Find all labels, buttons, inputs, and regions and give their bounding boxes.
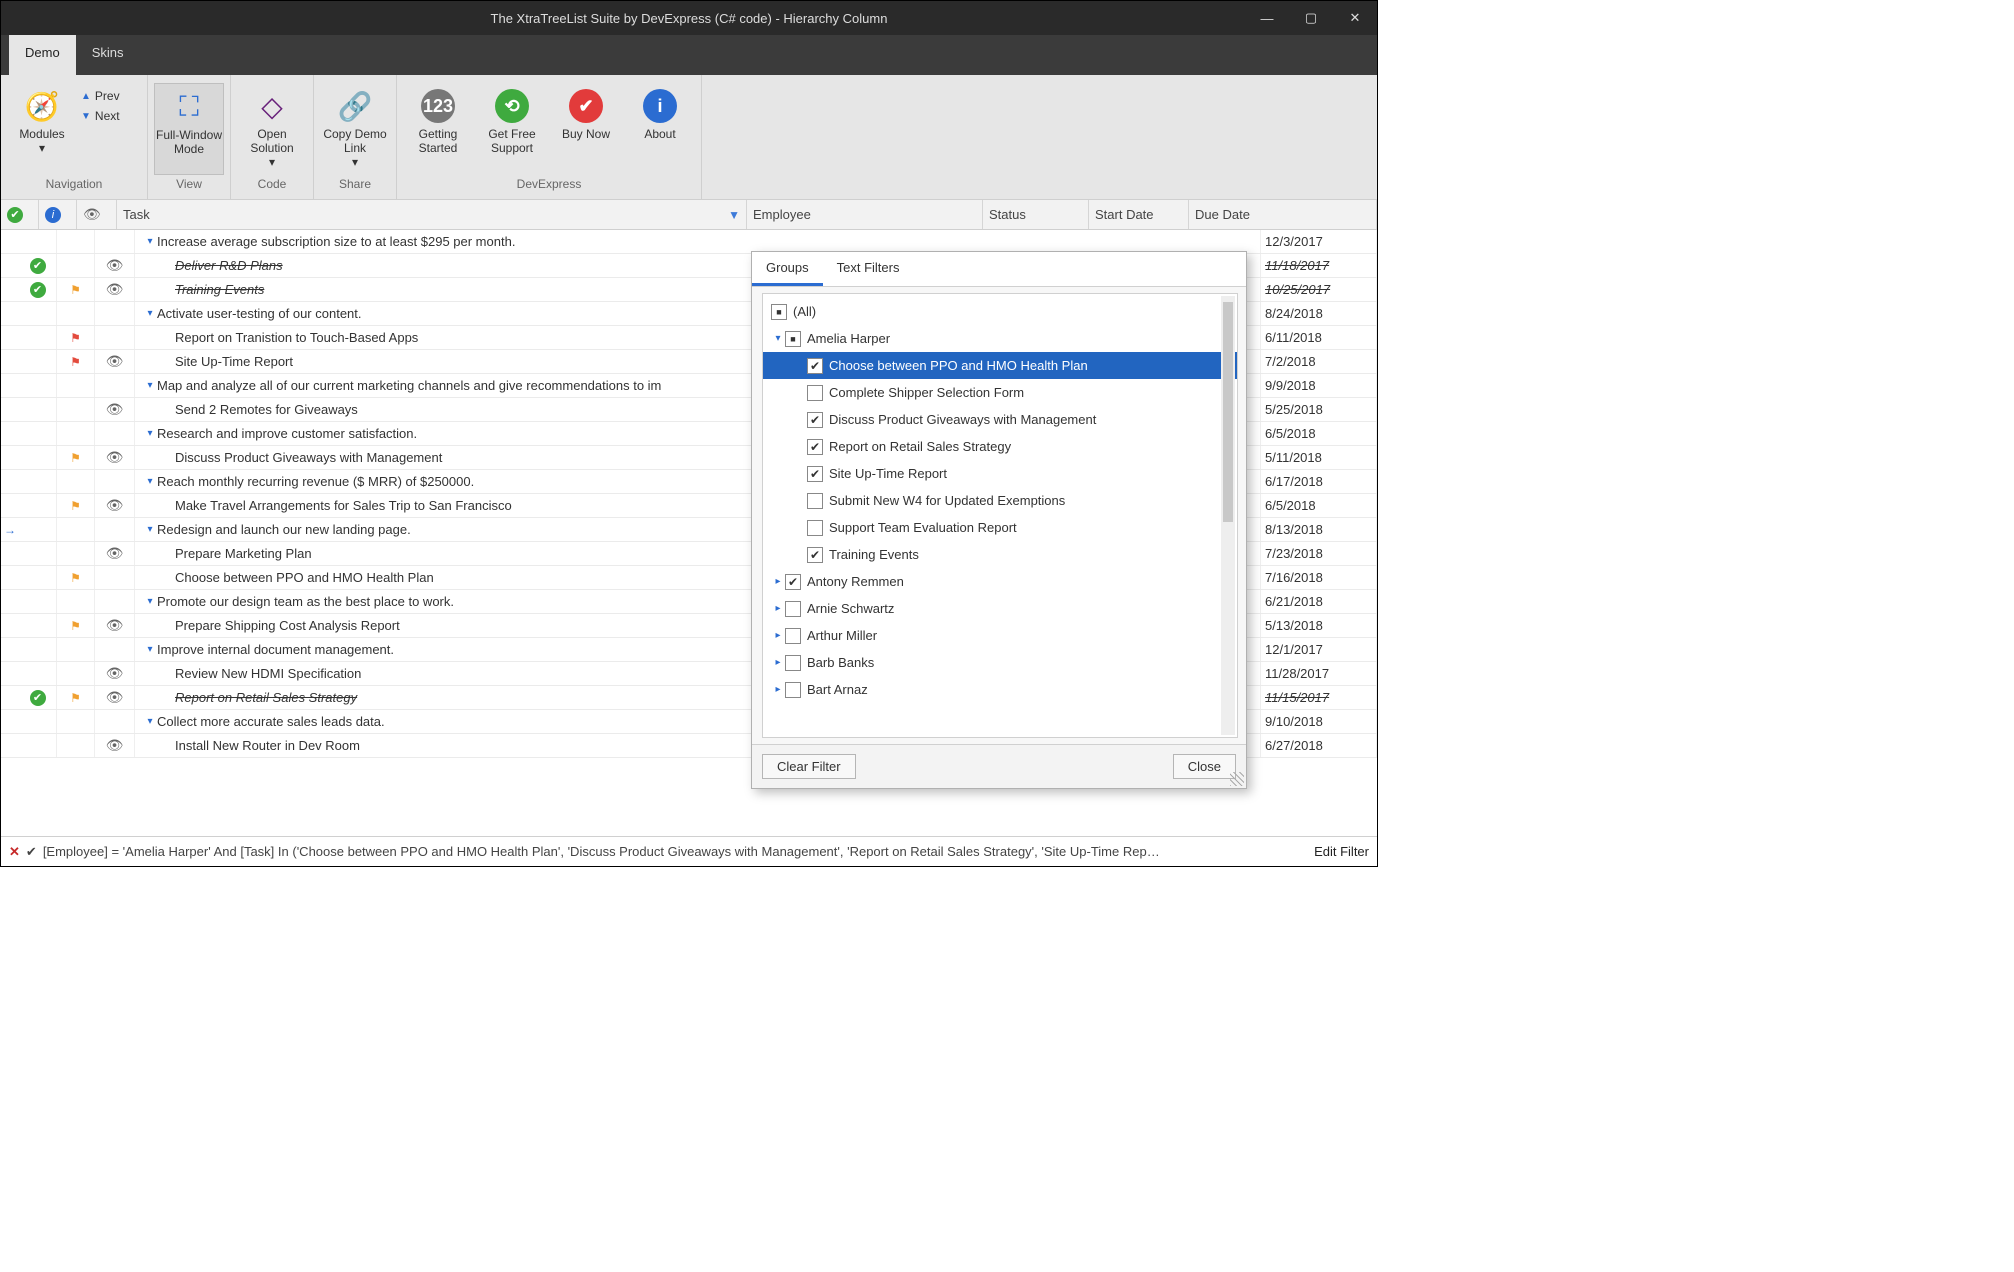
filter-expression: [Employee] = 'Amelia Harper' And [Task] … xyxy=(43,844,1308,859)
full-window-mode-button[interactable]: ⛶ Full-Window Mode xyxy=(154,83,224,175)
ribbon: 🧭 Modules▾ ▲Prev ▼Next Navigation ⛶ Full… xyxy=(1,75,1377,200)
filter-item-all[interactable]: (All) xyxy=(763,298,1237,325)
copy-demo-link-button[interactable]: 🔗 Copy Demo Link▾ xyxy=(320,83,390,175)
info-icon: i xyxy=(643,89,677,123)
filter-task-item[interactable]: ✔Site Up-Time Report xyxy=(763,460,1237,487)
next-button[interactable]: ▼Next xyxy=(81,109,141,123)
filter-group-item[interactable]: ▸Barb Banks xyxy=(763,649,1237,676)
tab-demo[interactable]: Demo xyxy=(9,35,76,75)
edit-filter-link[interactable]: Edit Filter xyxy=(1314,844,1369,859)
minimize-button[interactable]: — xyxy=(1245,1,1289,35)
clear-filter-x[interactable]: ✕ xyxy=(9,844,20,860)
col-employee[interactable]: Employee xyxy=(747,200,983,229)
filter-task-item[interactable]: ✔Training Events xyxy=(763,541,1237,568)
filter-bar: ✕ ✔ [Employee] = 'Amelia Harper' And [Ta… xyxy=(1,836,1377,866)
getting-started-button[interactable]: 123 Getting Started xyxy=(403,83,473,175)
tab-strip: Demo Skins xyxy=(1,35,1377,75)
col-info[interactable]: i xyxy=(39,200,77,229)
filter-task-item[interactable]: Support Team Evaluation Report xyxy=(763,514,1237,541)
col-done[interactable]: ✔ xyxy=(1,200,39,229)
filter-group-item[interactable]: ▸Arthur Miller xyxy=(763,622,1237,649)
filter-popup: Groups Text Filters (All)▾Amelia Harper✔… xyxy=(751,251,1247,789)
link-icon: 🔗 xyxy=(338,89,372,123)
resize-grip[interactable] xyxy=(1230,772,1244,786)
maximize-button[interactable]: ▢ xyxy=(1289,1,1333,35)
window-title: The XtraTreeList Suite by DevExpress (C#… xyxy=(491,11,888,26)
title-bar: The XtraTreeList Suite by DevExpress (C#… xyxy=(1,1,1377,35)
filter-group-amelia[interactable]: ▾Amelia Harper xyxy=(763,325,1237,352)
filter-icon[interactable]: ▼ xyxy=(728,208,740,222)
filter-task-item[interactable]: ✔Report on Retail Sales Strategy xyxy=(763,433,1237,460)
tab-skins[interactable]: Skins xyxy=(76,35,140,75)
col-eye[interactable]: 👁 xyxy=(77,200,117,229)
compass-icon: 🧭 xyxy=(25,89,59,123)
popup-scrollbar[interactable] xyxy=(1221,296,1235,735)
visualstudio-icon: ◇ xyxy=(255,89,289,123)
close-popup-button[interactable]: Close xyxy=(1173,754,1236,779)
col-duedate[interactable]: Due Date xyxy=(1189,200,1377,229)
support-icon: ⟲ xyxy=(495,89,529,123)
about-button[interactable]: i About xyxy=(625,83,695,175)
filter-group-item[interactable]: ▸Arnie Schwartz xyxy=(763,595,1237,622)
col-status[interactable]: Status xyxy=(983,200,1089,229)
filter-task-item[interactable]: Complete Shipper Selection Form xyxy=(763,379,1237,406)
col-startdate[interactable]: Start Date xyxy=(1089,200,1189,229)
get-free-support-button[interactable]: ⟲ Get Free Support xyxy=(477,83,547,175)
filter-group-item[interactable]: ▸✔Antony Remmen xyxy=(763,568,1237,595)
open-solution-button[interactable]: ◇ Open Solution▾ xyxy=(237,83,307,175)
getting-started-icon: 123 xyxy=(421,89,455,123)
prev-button[interactable]: ▲Prev xyxy=(81,89,141,103)
clear-filter-button[interactable]: Clear Filter xyxy=(762,754,856,779)
filter-enabled-checkbox[interactable]: ✔ xyxy=(26,844,37,860)
close-button[interactable]: ✕ xyxy=(1333,1,1377,35)
filter-task-item[interactable]: ✔Discuss Product Giveaways with Manageme… xyxy=(763,406,1237,433)
popup-tab-groups[interactable]: Groups xyxy=(752,252,823,286)
filter-task-item[interactable]: ✔Choose between PPO and HMO Health Plan xyxy=(763,352,1237,379)
filter-group-item[interactable]: ▸Bart Arnaz xyxy=(763,676,1237,703)
buy-now-button[interactable]: ✔ Buy Now xyxy=(551,83,621,175)
col-task[interactable]: Task▼ xyxy=(117,200,747,229)
modules-button[interactable]: 🧭 Modules▾ xyxy=(7,83,77,175)
popup-tab-textfilters[interactable]: Text Filters xyxy=(823,252,914,286)
buy-icon: ✔ xyxy=(569,89,603,123)
fullscreen-icon: ⛶ xyxy=(172,90,206,124)
filter-task-item[interactable]: Submit New W4 for Updated Exemptions xyxy=(763,487,1237,514)
